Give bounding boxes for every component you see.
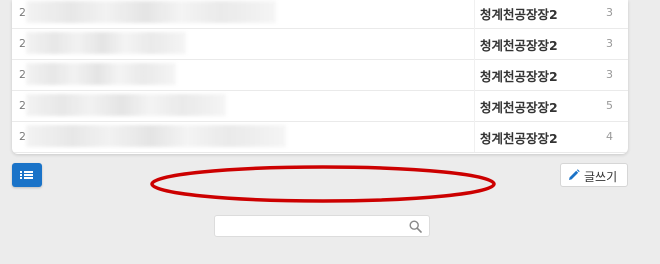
list-view-button[interactable]: [12, 163, 42, 187]
write-button-label: 글쓰기: [584, 170, 618, 184]
post-number: 2: [19, 37, 26, 50]
post-number: 2: [19, 130, 26, 143]
post-count: 3: [606, 6, 613, 19]
table-row[interactable]: 2 청계천공장장2 3: [12, 59, 628, 91]
write-button[interactable]: 글쓰기: [560, 163, 628, 187]
pencil-icon: [569, 169, 580, 180]
search-icon[interactable]: [409, 220, 422, 233]
post-author[interactable]: 청계천공장장2: [480, 97, 558, 116]
post-list: 2 청계천공장장2 3 2 청계천공장장2 3 2 청계천공장장2 3 2 청계…: [12, 0, 628, 154]
table-row[interactable]: 2 청계천공장장2 3: [12, 0, 628, 29]
post-count: 4: [606, 130, 613, 143]
search-box[interactable]: [214, 215, 430, 237]
post-count: 3: [606, 37, 613, 50]
post-author[interactable]: 청계천공장장2: [480, 66, 558, 85]
table-row[interactable]: 2 청계천공장장2 4: [12, 121, 628, 153]
post-number: 2: [19, 99, 26, 112]
column-divider: [474, 90, 475, 121]
table-row[interactable]: 2 청계천공장장2 5: [12, 90, 628, 122]
red-ellipse-annotation: [150, 165, 496, 203]
blurred-title: [26, 32, 186, 54]
table-row[interactable]: 2 청계천공장장2 3: [12, 28, 628, 60]
post-number: 2: [19, 6, 26, 19]
blurred-title: [26, 94, 226, 116]
blurred-title: [26, 63, 176, 85]
post-count: 5: [606, 99, 613, 112]
post-number: 2: [19, 68, 26, 81]
blurred-title: [26, 125, 286, 147]
column-divider: [474, 0, 475, 28]
post-author[interactable]: 청계천공장장2: [480, 4, 558, 23]
search-input[interactable]: [219, 218, 403, 236]
column-divider: [474, 121, 475, 152]
post-author[interactable]: 청계천공장장2: [480, 128, 558, 147]
column-divider: [474, 59, 475, 90]
post-author[interactable]: 청계천공장장2: [480, 35, 558, 54]
post-count: 3: [606, 68, 613, 81]
blurred-title: [26, 1, 276, 23]
column-divider: [474, 28, 475, 59]
